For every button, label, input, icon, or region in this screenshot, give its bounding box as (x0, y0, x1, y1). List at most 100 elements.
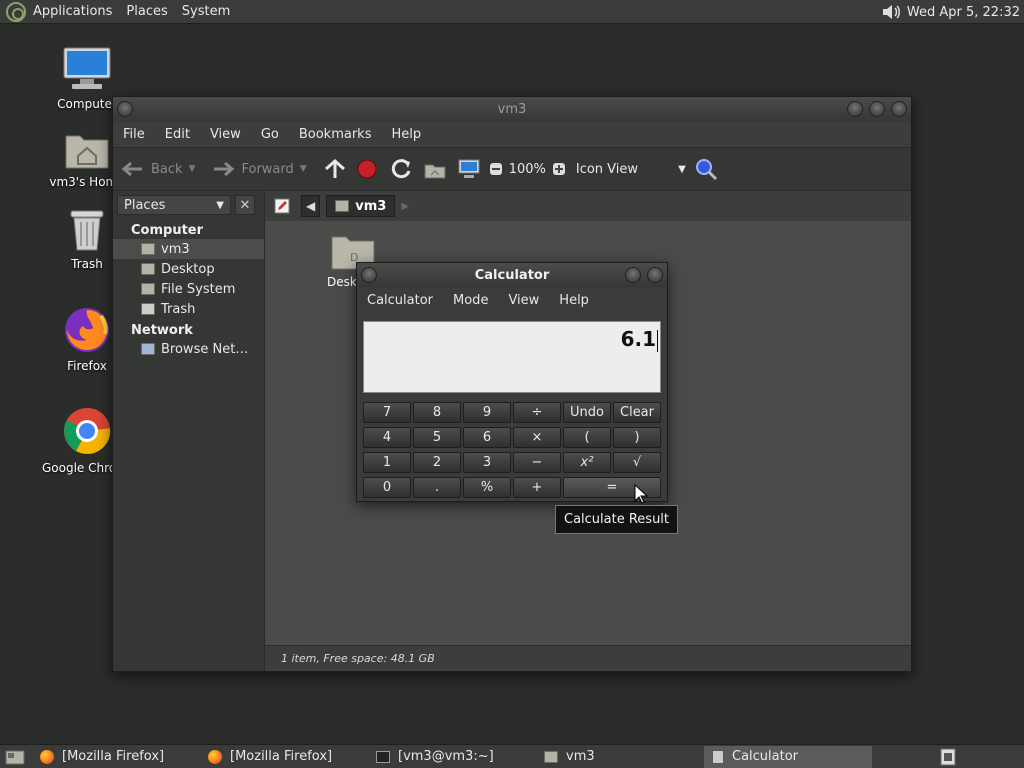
applications-menu[interactable]: Applications (26, 4, 119, 19)
path-left-button[interactable]: ◀ (301, 195, 321, 217)
bottom-panel: [Mozilla Firefox] [Mozilla Firefox] [vm3… (0, 744, 1024, 768)
key-9[interactable]: 9 (463, 402, 511, 423)
close-button[interactable] (647, 267, 663, 283)
window-title: Calculator (474, 267, 550, 283)
text-cursor (657, 330, 658, 352)
key-decimal[interactable]: . (413, 477, 461, 498)
home-icon[interactable] (421, 158, 449, 180)
stop-icon[interactable] (353, 158, 381, 180)
task-terminal[interactable]: [vm3@vm3:~] (368, 746, 536, 768)
menu-calculator[interactable]: Calculator (357, 293, 443, 308)
key-3[interactable]: 3 (463, 452, 511, 473)
menu-file[interactable]: File (113, 127, 155, 142)
window-menu-icon[interactable] (117, 101, 133, 117)
network-icon (141, 343, 155, 355)
edit-location-button[interactable] (269, 195, 295, 217)
key-sqrt[interactable]: √ (613, 452, 661, 473)
key-subtract[interactable]: − (513, 452, 561, 473)
window-menu-icon[interactable] (361, 267, 377, 283)
workspace-switcher-icon[interactable] (938, 747, 958, 767)
menu-view[interactable]: View (498, 293, 549, 308)
task-firefox-2[interactable]: [Mozilla Firefox] (200, 746, 368, 768)
firefox-icon (208, 749, 222, 764)
key-6[interactable]: 6 (463, 427, 511, 448)
menu-help[interactable]: Help (549, 293, 599, 308)
sidebar-item-trash[interactable]: Trash (113, 299, 264, 319)
zoom-in-button[interactable] (552, 162, 566, 176)
computer-icon[interactable] (455, 158, 483, 180)
key-clear[interactable]: Clear (613, 402, 661, 423)
computer-icon (63, 47, 111, 89)
home-folder-icon (335, 200, 350, 212)
key-open-paren[interactable]: ( (563, 427, 611, 448)
key-square[interactable]: x² (563, 452, 611, 473)
search-icon[interactable] (692, 157, 722, 181)
menu-go[interactable]: Go (251, 127, 289, 142)
sidebar-item-vm3[interactable]: vm3 (113, 239, 264, 259)
reload-icon[interactable] (387, 158, 415, 180)
forward-button[interactable]: Forward (211, 161, 294, 177)
menu-view[interactable]: View (200, 127, 251, 142)
calculator-titlebar[interactable]: Calculator (357, 263, 667, 287)
calculator-display[interactable]: 6.1 (363, 321, 661, 393)
sidebar-item-browse-network[interactable]: Browse Net… (113, 339, 264, 359)
sidebar-selector-label: Places (124, 197, 166, 213)
menu-edit[interactable]: Edit (155, 127, 200, 142)
menu-bookmarks[interactable]: Bookmarks (289, 127, 382, 142)
forward-history-chevron-icon[interactable]: ▼ (300, 164, 307, 174)
system-menu[interactable]: System (175, 4, 237, 19)
up-arrow-icon[interactable] (323, 158, 347, 180)
distro-logo-icon[interactable] (6, 1, 26, 22)
task-calculator[interactable]: Calculator (704, 745, 872, 768)
show-desktop-icon[interactable] (2, 747, 32, 767)
key-1[interactable]: 1 (363, 452, 411, 473)
key-4[interactable]: 4 (363, 427, 411, 448)
back-button[interactable]: Back (121, 161, 183, 177)
key-0[interactable]: 0 (363, 477, 411, 498)
task-firefox-1[interactable]: [Mozilla Firefox] (32, 746, 200, 768)
sidebar-item-desktop[interactable]: Desktop (113, 259, 264, 279)
menu-mode[interactable]: Mode (443, 293, 498, 308)
task-file-manager[interactable]: vm3 (536, 746, 704, 768)
key-divide[interactable]: ÷ (513, 402, 561, 423)
key-multiply[interactable]: × (513, 427, 561, 448)
folder-icon (141, 263, 155, 275)
key-add[interactable]: + (513, 477, 561, 498)
sidebar-header: Places ▼ ✕ (113, 191, 264, 219)
sidebar-selector[interactable]: Places ▼ (117, 195, 231, 215)
location-bar: ◀ vm3 ▶ (265, 191, 911, 221)
key-7[interactable]: 7 (363, 402, 411, 423)
key-close-paren[interactable]: ) (613, 427, 661, 448)
back-history-chevron-icon[interactable]: ▼ (189, 164, 196, 174)
sidebar-item-label: vm3 (161, 241, 190, 257)
key-5[interactable]: 5 (413, 427, 461, 448)
maximize-button[interactable] (869, 101, 885, 117)
menu-help[interactable]: Help (381, 127, 431, 142)
view-mode-label: Icon View (575, 161, 639, 177)
sidebar-item-file-system[interactable]: File System (113, 279, 264, 299)
clock[interactable]: Wed Apr 5, 22:32 (907, 5, 1020, 20)
zoom-out-button[interactable] (489, 162, 503, 176)
path-crumb-vm3[interactable]: vm3 (326, 195, 396, 217)
close-button[interactable] (891, 101, 907, 117)
pencil-icon (274, 198, 290, 214)
key-8[interactable]: 8 (413, 402, 461, 423)
home-folder-icon (544, 750, 558, 763)
task-label: vm3 (566, 749, 595, 764)
display-value: 6.1 (620, 327, 656, 351)
file-manager-toolbar: Back ▼ Forward ▼ 100% Icon View ▼ (113, 147, 911, 191)
file-manager-titlebar[interactable]: vm3 (113, 97, 911, 121)
back-label: Back (151, 161, 183, 177)
drive-icon (141, 283, 155, 295)
task-label: [vm3@vm3:~] (398, 749, 494, 764)
view-mode-select[interactable]: Icon View ▼ (576, 162, 686, 177)
minimize-button[interactable] (847, 101, 863, 117)
key-2[interactable]: 2 (413, 452, 461, 473)
chevron-right-icon[interactable]: ▶ (401, 201, 409, 212)
key-undo[interactable]: Undo (563, 402, 611, 423)
key-percent[interactable]: % (463, 477, 511, 498)
places-menu[interactable]: Places (119, 4, 174, 19)
minimize-button[interactable] (625, 267, 641, 283)
sidebar-close-button[interactable]: ✕ (235, 195, 255, 215)
volume-icon[interactable] (881, 3, 901, 21)
